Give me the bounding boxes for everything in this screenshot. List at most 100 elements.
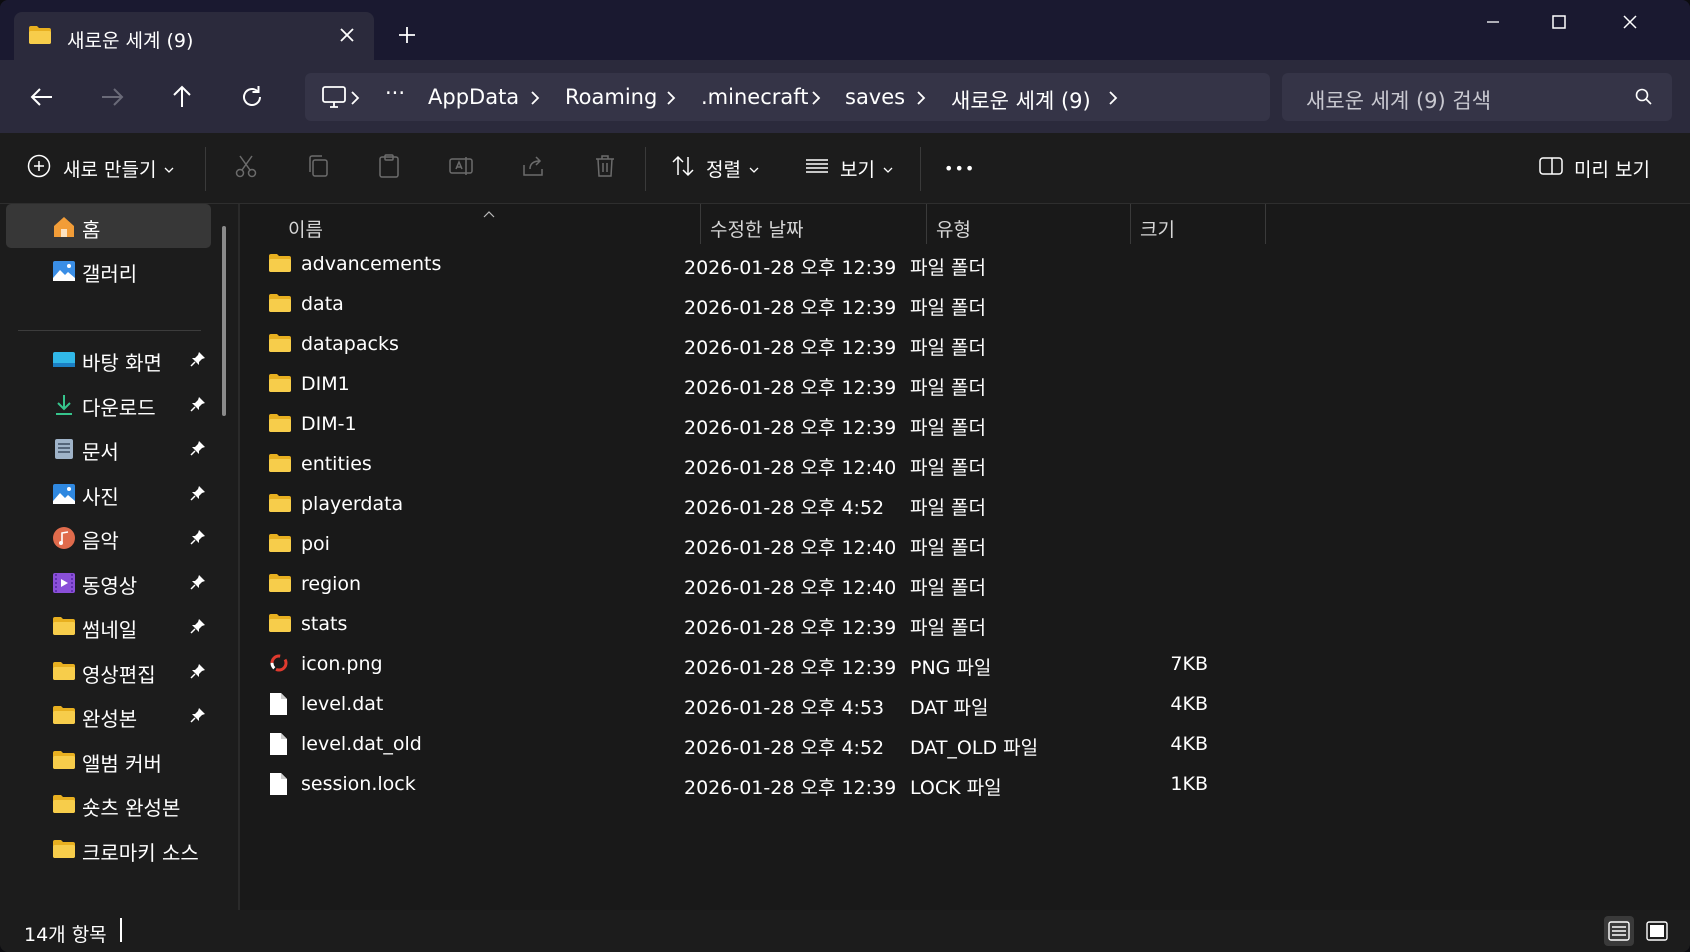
file-icon (268, 772, 292, 796)
file-row[interactable]: playerdata 2026-01-28 오후 4:52 파일 폴더 (264, 484, 1624, 526)
sidebar-item[interactable]: 완성본 (6, 693, 211, 737)
file-row[interactable]: entities 2026-01-28 오후 12:40 파일 폴더 (264, 444, 1624, 486)
file-row[interactable]: level.dat_old 2026-01-28 오후 4:52 DAT_OLD 파… (264, 724, 1624, 766)
file-type: 파일 폴더 (910, 497, 986, 519)
rename-button[interactable] (448, 153, 474, 183)
more-options-button[interactable]: ••• (944, 153, 975, 183)
file-type: 파일 폴더 (910, 457, 986, 479)
sidebar-item[interactable]: 크로마키 소스 (6, 827, 211, 871)
pin-icon[interactable] (190, 707, 206, 723)
title-bar: 새로운 세계 (9) (0, 0, 1690, 60)
add-circle-icon (26, 153, 52, 184)
preview-pane-button[interactable]: 미리 보기 (1538, 153, 1650, 183)
file-row[interactable]: DIM-1 2026-01-28 오후 12:39 파일 폴더 (264, 404, 1624, 446)
file-row[interactable]: icon.png 2026-01-28 오후 12:39 PNG 파일 7KB (264, 644, 1624, 686)
chevron-right-icon[interactable] (663, 88, 679, 108)
tab-close-icon[interactable] (332, 20, 362, 50)
sidebar-item[interactable]: 갤러리 (6, 248, 211, 292)
sidebar-item[interactable]: 사진 (6, 471, 211, 515)
column-size-label: 크기 (1140, 219, 1175, 241)
file-row[interactable]: session.lock 2026-01-28 오후 12:39 LOCK 파일 1K… (264, 764, 1624, 806)
pin-icon[interactable] (190, 396, 206, 412)
view-button[interactable]: 보기 (804, 153, 893, 183)
file-date: 2026-01-28 오후 12:39 (684, 257, 897, 279)
chevron-right-icon[interactable] (1105, 88, 1121, 108)
paste-button[interactable] (376, 153, 402, 183)
sidebar-item[interactable]: 다운로드 (6, 382, 211, 426)
sidebar-item[interactable]: 바탕 화면 (6, 337, 211, 381)
refresh-button[interactable] (232, 77, 272, 117)
sidebar-item[interactable]: 앨범 커버 (6, 738, 211, 782)
maximize-button[interactable] (1526, 0, 1592, 48)
file-row[interactable]: stats 2026-01-28 오후 12:39 파일 폴더 (264, 604, 1624, 646)
file-row[interactable]: DIM1 2026-01-28 오후 12:39 파일 폴더 (264, 364, 1624, 406)
sidebar-item[interactable]: 홈 (6, 204, 211, 248)
file-name: poi (301, 533, 330, 555)
home-icon (52, 215, 76, 239)
sidebar-item[interactable]: 숏츠 완성본 (6, 782, 211, 826)
close-window-button[interactable] (1596, 0, 1662, 48)
chevron-right-icon[interactable] (913, 88, 929, 108)
sidebar-item[interactable]: 문서 (6, 426, 211, 470)
details-view-button[interactable] (1604, 916, 1634, 946)
list-view-icon (804, 153, 830, 184)
delete-button[interactable] (592, 153, 618, 183)
breadcrumb-minecraft[interactable]: .minecraft (701, 85, 809, 109)
breadcrumb-appdata[interactable]: AppData (428, 85, 519, 109)
pin-icon[interactable] (190, 485, 206, 501)
file-row[interactable]: poi 2026-01-28 오후 12:40 파일 폴더 (264, 524, 1624, 566)
search-icon[interactable] (1634, 87, 1654, 111)
breadcrumb-more[interactable]: ··· (385, 81, 405, 105)
address-bar[interactable]: ··· AppData Roaming .minecraft saves 새로운… (305, 73, 1270, 121)
up-button[interactable] (162, 77, 202, 117)
sort-button[interactable]: 정렬 (670, 153, 759, 183)
file-icon (268, 732, 292, 756)
search-box[interactable]: 새로운 세계 (9) 검색 (1282, 73, 1672, 121)
pin-icon[interactable] (190, 574, 206, 590)
file-row[interactable]: data 2026-01-28 오후 12:39 파일 폴더 (264, 284, 1624, 326)
sidebar-item[interactable]: 썸네일 (6, 604, 211, 648)
breadcrumb-roaming[interactable]: Roaming (565, 85, 657, 109)
breadcrumb-saves[interactable]: saves (845, 85, 905, 109)
pin-icon[interactable] (190, 663, 206, 679)
file-row[interactable]: advancements 2026-01-28 오후 12:39 파일 폴더 (264, 244, 1624, 286)
file-name: data (301, 293, 344, 315)
column-header-date[interactable]: 수정한 날짜 (701, 204, 925, 244)
computer-icon[interactable] (321, 85, 347, 113)
share-button[interactable] (520, 153, 546, 183)
column-header-name[interactable]: 이름 (240, 204, 700, 244)
minimize-button[interactable] (1460, 0, 1526, 48)
chevron-right-icon[interactable] (527, 88, 543, 108)
chevron-right-icon[interactable] (347, 88, 363, 108)
back-button[interactable] (22, 77, 62, 117)
copy-button[interactable] (305, 153, 331, 183)
file-row[interactable]: level.dat 2026-01-28 오후 4:53 DAT 파일 4KB (264, 684, 1624, 726)
sidebar-item[interactable]: 동영상 (6, 560, 211, 604)
forward-button[interactable] (92, 77, 132, 117)
column-header-size[interactable]: 크기 (1131, 204, 1265, 244)
tiles-view-button[interactable] (1642, 916, 1672, 946)
sidebar-item[interactable]: 음악 (6, 515, 211, 559)
sidebar-scrollbar[interactable] (222, 226, 226, 416)
tab-active[interactable]: 새로운 세계 (9) (14, 12, 374, 60)
pin-icon[interactable] (190, 440, 206, 456)
chevron-right-icon[interactable] (808, 88, 824, 108)
breadcrumb-current[interactable]: 새로운 세계 (9) (951, 85, 1091, 115)
folder-icon (268, 532, 292, 556)
column-header-type[interactable]: 유형 (927, 204, 1130, 244)
folder-icon (52, 660, 76, 684)
file-row[interactable]: datapacks 2026-01-28 오후 12:39 파일 폴더 (264, 324, 1624, 366)
file-row[interactable]: region 2026-01-28 오후 12:40 파일 폴더 (264, 564, 1624, 606)
trash-icon (592, 153, 618, 184)
pin-icon[interactable] (190, 618, 206, 634)
image-file-icon (268, 652, 292, 676)
folder-icon (28, 25, 52, 49)
search-input[interactable]: 새로운 세계 (9) 검색 (1306, 85, 1491, 115)
pin-icon[interactable] (190, 351, 206, 367)
sidebar-item[interactable]: 영상편집 (6, 649, 211, 693)
new-tab-button[interactable] (392, 20, 422, 50)
file-name: entities (301, 453, 372, 475)
cut-button[interactable] (233, 153, 259, 183)
new-button[interactable]: 새로 만들기 (26, 153, 174, 183)
pin-icon[interactable] (190, 529, 206, 545)
